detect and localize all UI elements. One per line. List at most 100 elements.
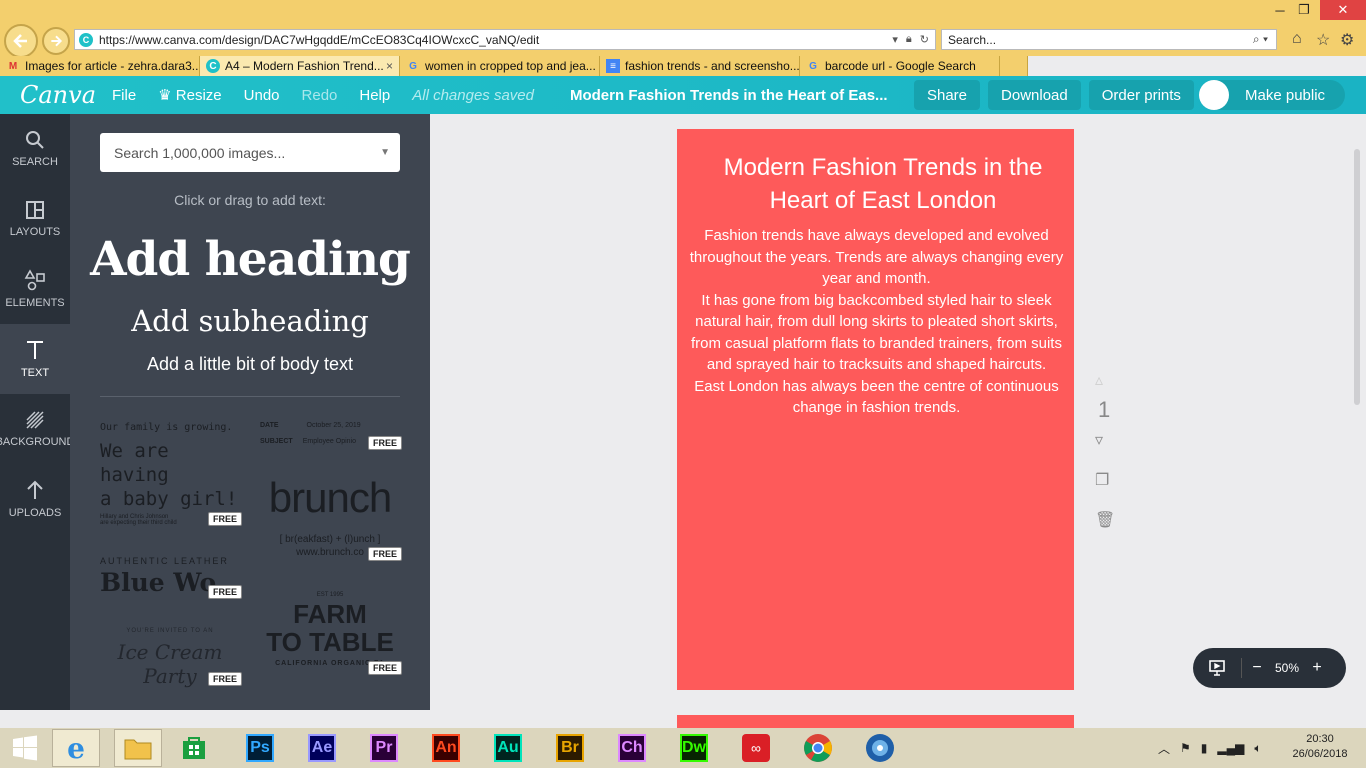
media-disc-icon: [866, 734, 894, 762]
taskbar-animate[interactable]: An: [424, 729, 468, 767]
rail-text[interactable]: TEXT: [0, 324, 70, 394]
restore-button[interactable]: ❐: [1286, 0, 1322, 20]
taskbar-chrome[interactable]: [796, 729, 840, 767]
refresh-icon[interactable]: ↻: [920, 33, 929, 46]
forward-arrow-icon: [51, 35, 63, 47]
template-text: EST 1995: [316, 592, 344, 598]
browser-search-input[interactable]: Search... ⌕ ▾: [941, 29, 1277, 50]
rail-label: UPLOADS: [8, 507, 62, 519]
add-heading-button[interactable]: Add heading: [70, 232, 430, 287]
text-hint: Click or drag to add text:: [174, 192, 326, 208]
document-title[interactable]: Modern Fashion Trends in the Heart of Ea…: [570, 87, 900, 104]
url-text: https://www.canva.com/design/DAC7wHgqddE…: [99, 32, 540, 47]
zoom-out-button[interactable]: −: [1242, 659, 1272, 677]
tab-docs[interactable]: ≡ fashion trends - and screensho...: [600, 56, 800, 76]
canva-logo[interactable]: Canva: [20, 81, 96, 109]
taskbar-premiere[interactable]: Pr: [362, 729, 406, 767]
bridge-icon: Br: [556, 734, 584, 762]
help-menu[interactable]: Help: [359, 87, 390, 104]
duplicate-page-icon[interactable]: ❐: [1095, 470, 1109, 490]
start-button[interactable]: [0, 729, 50, 767]
taskbar-bridge[interactable]: Br: [548, 729, 592, 767]
volume-icon[interactable]: 🔈︎: [1254, 741, 1261, 756]
tab-canva[interactable]: C A4 – Modern Fashion Trend... ×: [200, 56, 400, 76]
tab-google-barcode[interactable]: G barcode url - Google Search: [800, 56, 1000, 76]
tab-google-women[interactable]: G women in cropped top and jea...: [400, 56, 600, 76]
rail-uploads[interactable]: UPLOADS: [0, 464, 70, 534]
taskbar-character-animator[interactable]: Ch: [610, 729, 654, 767]
design-page[interactable]: Modern Fashion Trends in the Heart of Ea…: [677, 129, 1074, 690]
new-tab-button[interactable]: [1000, 56, 1028, 76]
close-tab-icon[interactable]: ×: [386, 59, 399, 73]
tab-gmail[interactable]: M Images for article - zehra.dara3...: [0, 56, 200, 76]
back-arrow-icon: [13, 34, 27, 48]
free-badge: FREE: [368, 547, 403, 561]
template-text: brunch: [268, 474, 392, 521]
lock-icon[interactable]: 🔒︎: [906, 33, 912, 46]
zoom-level[interactable]: 50%: [1272, 661, 1302, 675]
rail-label: SEARCH: [12, 156, 58, 168]
delete-page-icon[interactable]: 🗑︎: [1095, 510, 1115, 530]
show-hidden-icons-icon[interactable]: ︿: [1158, 740, 1170, 757]
forward-button[interactable]: [42, 27, 70, 55]
settings-gear-icon[interactable]: ⚙: [1340, 30, 1354, 50]
back-button[interactable]: [4, 24, 38, 58]
taskbar-internet-explorer[interactable]: e: [52, 729, 100, 767]
rail-elements[interactable]: ELEMENTS: [0, 254, 70, 324]
panel-divider: [100, 396, 400, 397]
crown-icon: ♛: [158, 87, 176, 104]
search-icon: [26, 131, 44, 149]
make-public-label: Make public: [1245, 86, 1326, 104]
download-button[interactable]: Download: [988, 80, 1081, 110]
make-public-toggle[interactable]: Make public: [1199, 80, 1345, 110]
resize-button[interactable]: ♛ Resize: [158, 86, 221, 104]
text-icon: [27, 341, 43, 359]
tab-label: A4 – Modern Fashion Trend...: [225, 59, 384, 73]
template-text: YOU'RE INVITED TO AN: [126, 628, 214, 634]
rail-background[interactable]: BACKGROUND: [0, 394, 74, 464]
page-heading-text[interactable]: Modern Fashion Trends in the Heart of Ea…: [697, 151, 1069, 217]
taskbar-store[interactable]: [176, 729, 212, 767]
free-badge: FREE: [208, 512, 243, 526]
photoshop-icon: Ps: [246, 734, 274, 762]
rail-search[interactable]: SEARCH: [0, 114, 70, 184]
image-search-input[interactable]: Search 1,000,000 images... ▼: [100, 133, 400, 172]
taskbar-creative-cloud[interactable]: ∞: [734, 729, 778, 767]
taskbar-photoshop[interactable]: Ps: [238, 729, 282, 767]
share-button[interactable]: Share: [913, 80, 981, 110]
present-icon[interactable]: [1193, 659, 1241, 677]
network-icon[interactable]: ▂▄▆: [1217, 741, 1244, 755]
taskbar-after-effects[interactable]: Ae: [300, 729, 344, 767]
move-page-up-icon[interactable]: ▵: [1095, 370, 1103, 390]
file-menu[interactable]: File: [112, 87, 136, 104]
page-body-text[interactable]: Fashion trends have always developed and…: [682, 225, 1071, 419]
search-icon[interactable]: ⌕ ▾: [1253, 32, 1276, 47]
redo-button[interactable]: Redo: [302, 87, 338, 104]
taskbar-file-explorer[interactable]: [114, 729, 162, 767]
favorites-star-icon[interactable]: ☆: [1316, 30, 1330, 50]
address-bar[interactable]: C https://www.canva.com/design/DAC7wHgqd…: [74, 29, 936, 50]
taskbar-dreamweaver[interactable]: Dw: [672, 729, 716, 767]
store-icon: [183, 737, 205, 759]
zoom-in-button[interactable]: +: [1302, 659, 1332, 677]
home-icon[interactable]: ⌂: [1292, 30, 1302, 48]
battery-icon[interactable]: ▮: [1201, 741, 1208, 755]
dropdown-icon[interactable]: ▾: [892, 33, 898, 46]
move-page-down-icon[interactable]: ▿: [1095, 430, 1103, 450]
taskbar-media-app[interactable]: [858, 729, 902, 767]
vertical-scrollbar[interactable]: [1354, 149, 1360, 405]
chevron-down-icon[interactable]: ▼: [380, 147, 390, 158]
toggle-knob: [1199, 80, 1229, 110]
flag-icon[interactable]: ⚑: [1180, 741, 1191, 755]
template-text: a baby girl!: [100, 488, 238, 510]
rail-layouts[interactable]: LAYOUTS: [0, 184, 70, 254]
undo-button[interactable]: Undo: [244, 87, 280, 104]
taskbar-audition[interactable]: Au: [486, 729, 530, 767]
close-window-button[interactable]: ✕: [1320, 0, 1366, 20]
add-body-text-button[interactable]: Add a little bit of body text: [70, 354, 430, 375]
upload-arrow-icon: [27, 480, 43, 499]
order-prints-button[interactable]: Order prints: [1088, 80, 1194, 110]
chrome-icon: [804, 734, 832, 762]
add-subheading-button[interactable]: Add subheading: [70, 304, 430, 338]
system-clock[interactable]: 20:30 26/06/2018: [1285, 732, 1355, 762]
